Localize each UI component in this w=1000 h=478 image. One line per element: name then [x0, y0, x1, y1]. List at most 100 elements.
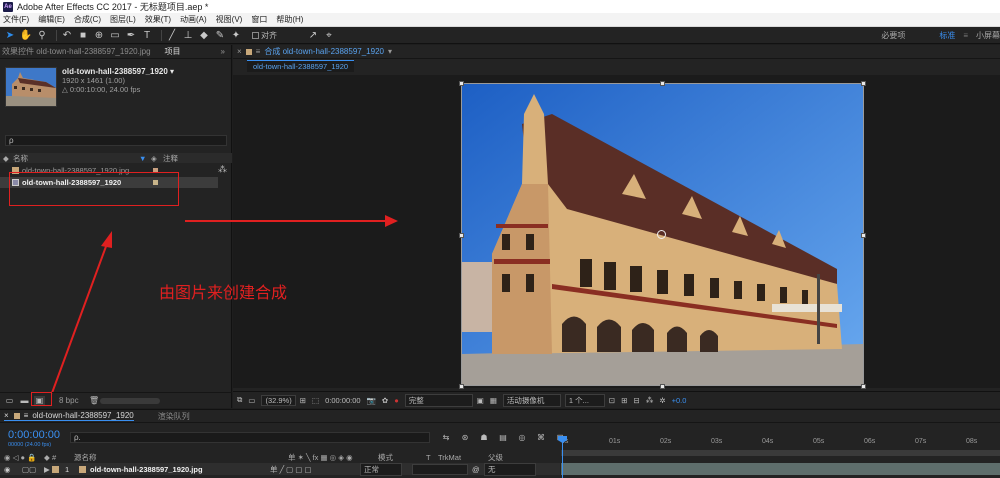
transform-handle-tl[interactable] [459, 81, 464, 86]
reset-exposure-icon[interactable]: ✲ [659, 396, 665, 405]
layer-switches-icons[interactable]: 单 ╱ ▢ ▢ ▢ [270, 464, 360, 475]
mask-visibility-icon[interactable]: ⬚ [312, 396, 319, 405]
graph-editor-icon[interactable]: ⌘ [535, 432, 547, 442]
tab-composition[interactable]: 合成 old-town-hall-2388597_1920 [264, 46, 384, 57]
current-time-indicator[interactable]: 0:00:00:00 [8, 429, 60, 441]
interpret-footage-icon[interactable]: ▭ [4, 396, 15, 406]
rectangle-tool-icon[interactable]: ▭ [109, 29, 121, 41]
draft-3d-icon[interactable]: ⊞ [621, 396, 627, 405]
resolution-dropdown[interactable]: 完整 [404, 393, 473, 407]
grid-icon[interactable]: ⊞ [300, 396, 306, 405]
timeline-layer-row[interactable]: ◉ ▢▢ ▶ 1 old-town-hall-2388597_1920.jpg … [0, 462, 560, 476]
project-scrollbar[interactable] [100, 398, 160, 404]
frame-blending-icon[interactable]: ▤ [497, 432, 509, 442]
workspace-standard[interactable]: 标准 [939, 30, 955, 41]
flowchart-viewer-icon[interactable]: ⁂ [646, 396, 654, 405]
column-mode[interactable]: 模式 [378, 452, 426, 463]
workspace-small-screen[interactable]: 小屏幕 [976, 30, 1000, 41]
type-tool-icon[interactable]: T [141, 29, 153, 41]
delete-trash-icon[interactable]: 🗑 [89, 396, 100, 406]
current-time-display[interactable]: 0:00:00:00 [325, 396, 360, 405]
pick-whip-icon[interactable]: @ [472, 465, 484, 474]
transform-handle-br[interactable] [861, 384, 866, 389]
pan-behind-tool-icon[interactable]: ⊕ [93, 29, 105, 41]
align-checkbox[interactable] [252, 31, 259, 39]
menu-file[interactable]: 文件(F) [3, 14, 29, 25]
toggle-pixel-aspect-icon[interactable]: ⊡ [609, 396, 615, 405]
puppet-pin-tool-icon[interactable]: ✦ [230, 29, 242, 41]
menu-composition[interactable]: 合成(C) [74, 14, 101, 25]
transform-handle-ml[interactable] [459, 233, 464, 238]
bit-depth-label[interactable]: 8 bpc [59, 396, 79, 406]
roto-brush-tool-icon[interactable]: ✎ [214, 29, 226, 41]
close-tab-icon[interactable]: × [237, 47, 242, 56]
rotation-tool-icon[interactable]: ↶ [61, 29, 73, 41]
new-folder-icon[interactable]: ▬ [19, 396, 30, 406]
workspace-menu-icon[interactable]: ≡ [963, 31, 968, 40]
column-source-name[interactable]: 源名称 [66, 452, 288, 463]
align-toggle[interactable]: 对齐 [252, 30, 277, 41]
trkmat-dropdown[interactable] [412, 463, 468, 475]
expand-arrow-icon[interactable]: ▶ [44, 465, 52, 474]
workspace-essentials[interactable]: 必要项 [881, 30, 905, 41]
tab-timeline-comp[interactable]: × ≡ old-town-hall-2388597_1920 [4, 411, 134, 421]
transform-handle-tc[interactable] [660, 81, 665, 86]
eraser-tool-icon[interactable]: ◆ [198, 29, 210, 41]
camera-tool-icon[interactable]: ■ [77, 29, 89, 41]
timeline-search-input[interactable]: ρ. [70, 432, 430, 443]
transform-handle-bl[interactable] [459, 384, 464, 389]
show-snapshot-icon[interactable]: ✿ [382, 396, 388, 405]
draft-3d-toggle-icon[interactable]: ⊛ [459, 432, 471, 442]
hand-tool-icon[interactable]: ✋ [20, 29, 32, 41]
work-area-bar[interactable] [561, 450, 1000, 456]
time-ruler[interactable]: 0s 01s 02s 03s 04s 05s 06s 07s 08s [561, 436, 1000, 450]
visibility-eye-icon[interactable]: ◉ [4, 465, 22, 474]
menu-edit[interactable]: 编辑(E) [38, 14, 65, 25]
column-t[interactable]: T [426, 453, 438, 462]
motion-blur-toggle-icon[interactable]: ◎ [516, 432, 528, 442]
exposure-value[interactable]: +0.0 [672, 396, 687, 405]
menu-view[interactable]: 视图(V) [216, 14, 243, 25]
layer-label-swatch[interactable] [52, 465, 59, 473]
composition-viewer[interactable] [233, 75, 1000, 389]
blend-mode-dropdown[interactable]: 正常 [360, 462, 402, 476]
tab-menu-icon[interactable]: ≡ [24, 411, 29, 420]
monitor-icon[interactable]: ▭ [248, 396, 255, 405]
brush-tool-icon[interactable]: ╱ [166, 29, 178, 41]
hide-shy-layers-icon[interactable]: ☗ [478, 432, 490, 442]
close-tab-icon[interactable]: × [4, 411, 9, 420]
breadcrumb-comp[interactable]: old-town-hall-2388597_1920 [247, 60, 355, 72]
transparency-grid-icon[interactable]: ▦ [490, 396, 497, 405]
pen-tool-icon[interactable]: ✒ [125, 29, 137, 41]
tab-menu-icon[interactable]: ≡ [256, 47, 261, 56]
selection-tool-icon[interactable]: ➤ [4, 29, 16, 41]
comp-mini-flowchart-icon[interactable]: ⇆ [440, 432, 452, 442]
transform-handle-bc[interactable] [660, 384, 665, 389]
layer-name[interactable]: old-town-hall-2388597_1920.jpg [90, 465, 270, 474]
transform-handle-mr[interactable] [861, 233, 866, 238]
menu-effect[interactable]: 效果(T) [145, 14, 171, 25]
audio-solo-lock-icons[interactable]: ▢▢ [22, 465, 44, 474]
anchor-point-icon[interactable] [657, 230, 666, 239]
always-preview-icon[interactable]: ⧉ [237, 395, 242, 405]
tab-render-queue[interactable]: 渲染队列 [158, 411, 190, 422]
clone-stamp-tool-icon[interactable]: ⊥ [182, 29, 194, 41]
color-channels-icon[interactable]: ● [394, 396, 399, 405]
dropdown-icon[interactable]: ▾ [388, 47, 392, 56]
label-column-icon[interactable]: ◆ [44, 453, 52, 462]
parent-dropdown[interactable]: 无 [484, 462, 536, 476]
view-layout-dropdown[interactable]: 1 个... [564, 393, 605, 407]
region-of-interest-icon[interactable]: ▣ [477, 396, 484, 405]
motion-blur-icon[interactable]: ⊟ [634, 396, 640, 405]
axis-mode-icon[interactable]: ↗ [307, 29, 319, 41]
world-axis-icon[interactable]: ⌖ [323, 29, 335, 41]
menu-help[interactable]: 帮助(H) [276, 14, 303, 25]
menu-animation[interactable]: 动画(A) [180, 14, 207, 25]
column-trkmat[interactable]: TrkMat [438, 453, 488, 462]
menu-layer[interactable]: 图层(L) [110, 14, 136, 25]
snapshot-icon[interactable]: 📷 [367, 396, 376, 405]
column-parent[interactable]: 父级 [488, 452, 503, 463]
layer-duration-bar[interactable] [561, 463, 1000, 475]
transform-handle-tr[interactable] [861, 81, 866, 86]
magnification-dropdown[interactable]: (32.9%) [261, 394, 296, 406]
